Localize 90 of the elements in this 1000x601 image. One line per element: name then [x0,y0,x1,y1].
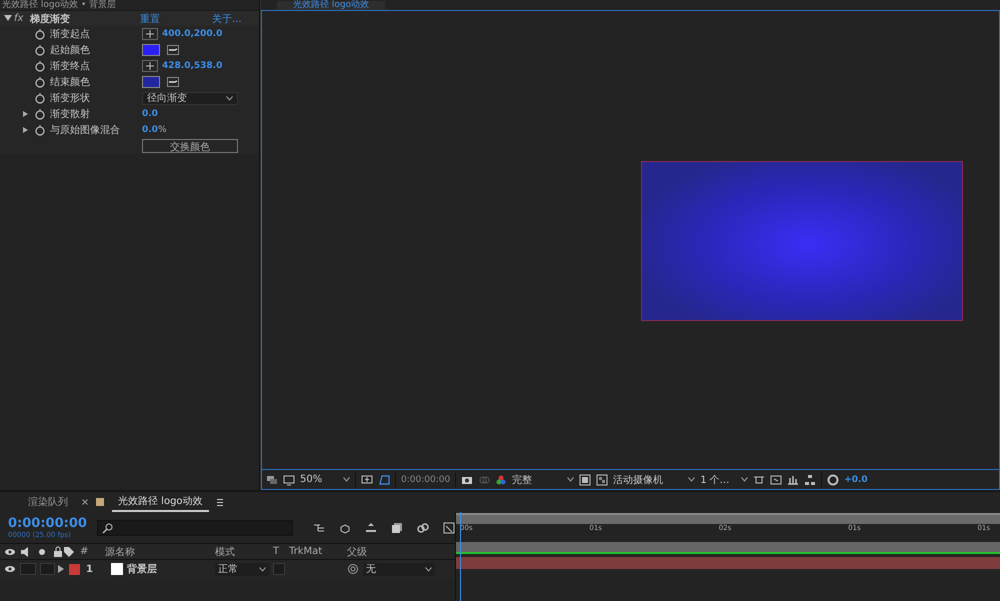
crosshair-button[interactable] [142,60,158,72]
stopwatch-icon[interactable] [34,28,46,40]
display-icon[interactable] [266,474,278,486]
column-header: 父级 [347,546,368,558]
label-color[interactable] [69,564,80,574]
color-channels-icon[interactable] [495,474,508,486]
fx-icon: fx [14,13,30,24]
reset-link[interactable]: 重置 [140,12,212,26]
cube-icon[interactable] [339,522,351,534]
motion-blur-icon[interactable] [391,522,403,534]
stopwatch-icon[interactable] [34,92,46,104]
resolution-dropdown[interactable]: 完整 [512,472,574,486]
views-dropdown[interactable]: 1 个... [700,472,748,486]
composition-icon [96,498,104,506]
current-time[interactable]: 0:00:00:00 [401,474,450,484]
stopwatch-icon[interactable] [34,108,46,120]
stopwatch-icon[interactable] [34,44,46,56]
parent-dropdown[interactable]: 无 [363,562,435,576]
expand-arrow-icon[interactable] [22,127,28,133]
property-label: 起始颜色 [50,44,90,57]
exposure-icon[interactable] [827,474,840,486]
column-header: T [273,546,280,557]
layout-icon[interactable] [753,474,766,486]
solo-switch[interactable] [20,563,36,575]
crosshair-button[interactable] [142,28,158,40]
shape-dropdown[interactable]: 径向渐变 [142,92,238,104]
caret-icon[interactable] [567,477,574,482]
shy-layers-icon[interactable] [313,522,325,534]
curve-icon[interactable] [443,522,455,534]
menu-icon[interactable] [216,498,223,506]
property-label: 渐变终点 [50,60,90,73]
column-header[interactable]: 源名称 [105,544,215,558]
panel-tab[interactable]: 渲染队列 [22,493,74,511]
property-label: 渐变散射 [50,108,90,121]
stopwatch-icon[interactable] [34,124,46,136]
caret-icon[interactable] [259,566,266,572]
search-field[interactable] [96,520,293,536]
color-swatch[interactable] [142,76,160,88]
frame-blending-icon[interactable] [365,522,377,534]
expand-arrow-icon[interactable] [57,565,65,573]
caret-icon[interactable] [343,477,350,482]
number-value[interactable]: 0.0% [142,125,167,135]
column-header: 模式 [215,546,236,558]
expand-arrow-icon[interactable] [22,111,28,117]
exposure-value[interactable]: +0.0 [844,474,868,484]
close-icon[interactable] [82,499,88,505]
fast-preview-icon[interactable] [770,474,782,486]
region-of-interest-icon[interactable] [579,474,592,486]
chart-icon[interactable] [787,474,800,486]
panel-tab[interactable]: 光效路径 logo动效 [112,492,209,512]
monitor-icon[interactable] [283,474,295,486]
caret-icon[interactable] [226,96,233,100]
zoom-dropdown[interactable]: 50% [300,474,350,485]
graph-editor-icon[interactable] [417,522,429,534]
point-value[interactable]: 400.0,200.0 [162,29,222,39]
flowchart-icon[interactable] [804,474,816,486]
stopwatch-icon[interactable] [34,60,46,72]
column-header: # [80,546,90,557]
eyedropper-icon[interactable] [164,76,182,88]
caret-icon[interactable] [741,477,748,482]
lock-icon[interactable] [52,546,64,558]
region-icon[interactable] [361,474,373,486]
property-label: 结束颜色 [50,76,90,89]
about-link[interactable]: 关于... [212,12,242,26]
camera-dropdown[interactable]: 活动摄像机 [613,472,696,486]
color-swatch[interactable] [142,44,160,56]
swap-colors-button[interactable]: 交换颜色 [142,139,238,153]
number-value[interactable]: 0.0 [142,109,158,119]
property-label: 与原始图像混合 [50,124,120,137]
point-value[interactable]: 428.0,538.0 [162,61,222,71]
effect-name: 梯度渐变 [30,12,71,26]
search-icon[interactable] [102,522,114,534]
lock-switch[interactable] [40,563,55,575]
timecode[interactable]: 0:00:00:00 [8,516,87,531]
stopwatch-icon[interactable] [34,76,46,88]
layer-number: 1 [85,564,94,574]
caret-icon[interactable] [425,566,432,572]
mode-dropdown[interactable]: 正常 [215,562,269,576]
solid-layer-icon [111,563,123,575]
checkerboard-icon[interactable] [596,474,608,486]
caret-icon[interactable] [688,477,696,482]
column-header: TrkMat [289,546,324,557]
layer-name[interactable]: 背景层 [127,562,157,576]
eyedropper-icon[interactable] [164,44,182,56]
track-matte-box[interactable] [273,563,285,575]
property-label: 渐变起点 [50,28,90,41]
property-label: 渐变形状 [50,92,90,105]
pick-whip-icon[interactable] [347,563,359,575]
collapse-arrow-icon[interactable] [4,14,14,24]
eye-icon[interactable] [4,563,16,575]
